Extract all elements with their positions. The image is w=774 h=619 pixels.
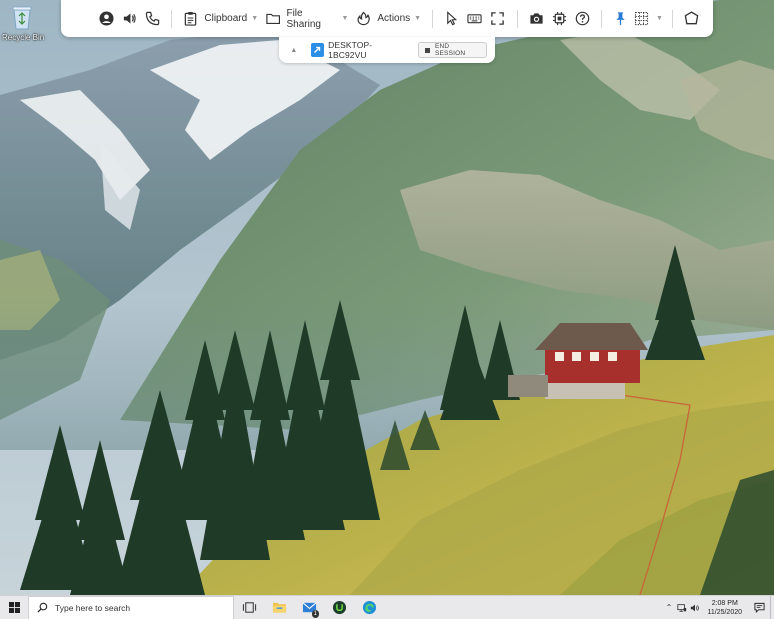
desktop-icon-recycle-bin[interactable]: Recycle Bin — [2, 3, 45, 42]
clipboard-menu[interactable]: Clipboard ▼ — [179, 7, 262, 31]
upwork-icon — [332, 600, 346, 615]
speaker-icon[interactable] — [118, 7, 141, 31]
remote-machine-icon — [310, 43, 325, 57]
end-session-button[interactable]: END SESSION — [418, 42, 487, 58]
file-explorer-icon — [272, 602, 286, 613]
mountain-wallpaper — [0, 0, 774, 595]
toolbar-divider — [171, 9, 173, 28]
actions-icon — [357, 11, 371, 26]
file-sharing-label: File Sharing — [286, 7, 321, 30]
task-view-button[interactable] — [234, 596, 264, 619]
end-session-label: END SESSION — [434, 43, 466, 57]
recycle-bin-icon — [12, 6, 32, 30]
mail-badge: 1 — [311, 609, 319, 618]
phone-icon[interactable] — [141, 7, 164, 31]
task-view-icon — [242, 602, 256, 613]
stop-icon — [425, 47, 430, 53]
edge-button[interactable] — [354, 596, 384, 619]
toolbar-divider — [600, 9, 602, 28]
system-tray: ⌃ 2:08 PM 11/25/2020 — [662, 595, 774, 619]
mail-button[interactable]: 1 — [294, 596, 324, 619]
clock-time: 2:08 PM — [711, 599, 738, 607]
pin-icon[interactable] — [609, 7, 632, 31]
desktop-icon-label: Recycle Bin — [2, 33, 45, 42]
folder-icon — [266, 13, 281, 25]
actions-label: Actions — [377, 13, 411, 24]
file-sharing-menu[interactable]: File Sharing ▼ — [262, 7, 352, 31]
search-placeholder: Type here to search — [55, 602, 131, 613]
windows-logo-icon — [8, 602, 20, 613]
help-icon[interactable] — [571, 7, 594, 31]
clock-date: 11/25/2020 — [707, 608, 742, 616]
desktop: Recycle Bin — [0, 0, 774, 595]
chevron-down-icon: ▼ — [656, 15, 663, 22]
hexagon-icon[interactable] — [680, 7, 703, 31]
pointer-icon[interactable] — [440, 7, 463, 31]
toolbar-divider — [671, 9, 673, 28]
taskbar-search-box[interactable]: Type here to search — [28, 595, 234, 619]
network-icon — [677, 603, 687, 612]
notification-center-button[interactable] — [748, 596, 770, 619]
fullscreen-icon[interactable] — [486, 7, 509, 31]
session-bar: ▲ DESKTOP-1BC92VU END SESSION — [279, 37, 495, 63]
show-hidden-icons-button[interactable]: ⌃ — [662, 596, 675, 619]
grid-menu[interactable]: ▼ — [632, 7, 665, 31]
clipboard-label: Clipboard — [204, 13, 248, 24]
user-icon[interactable] — [95, 7, 118, 31]
collapse-toolbar-button[interactable]: ▲ — [287, 43, 301, 57]
windows-taskbar: Type here to search 1 ⌃ 2:08 PM 11/25/20… — [0, 595, 774, 619]
network-button[interactable] — [675, 596, 688, 619]
file-explorer-button[interactable] — [264, 596, 294, 619]
chip-icon[interactable] — [548, 7, 571, 31]
edge-icon — [362, 600, 376, 615]
machine-name: DESKTOP-1BC92VU — [328, 40, 373, 60]
clipboard-icon — [185, 11, 197, 26]
toolbar-divider — [516, 9, 518, 28]
show-desktop-button[interactable] — [770, 595, 774, 619]
keyboard-icon[interactable] — [463, 7, 486, 31]
grid-icon — [634, 11, 649, 26]
chevron-down-icon: ▼ — [251, 15, 259, 22]
volume-button[interactable] — [688, 596, 701, 619]
upwork-button[interactable] — [324, 596, 354, 619]
start-button[interactable] — [0, 596, 28, 619]
chevron-down-icon: ▼ — [341, 15, 349, 22]
camera-icon[interactable] — [524, 7, 547, 31]
volume-icon — [690, 604, 699, 611]
taskbar-clock[interactable]: 2:08 PM 11/25/2020 — [701, 599, 748, 617]
actions-menu[interactable]: Actions ▼ — [352, 7, 425, 31]
toolbar-divider — [432, 9, 434, 28]
notification-icon — [753, 602, 765, 613]
remote-session-toolbar: Clipboard ▼ File Sharing ▼ Actions ▼ ▼ — [61, 0, 713, 37]
search-icon — [37, 602, 48, 613]
chevron-down-icon: ▼ — [414, 15, 422, 22]
